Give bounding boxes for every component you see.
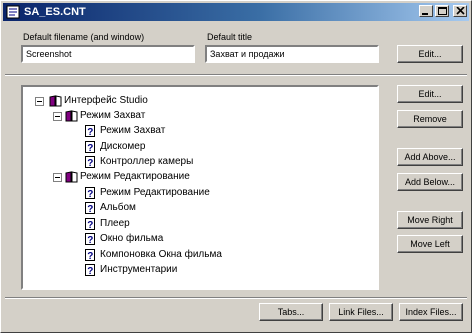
svg-text:?: ? [87,143,93,153]
help-page-icon: ? [85,202,95,214]
help-page-icon: ? [85,125,95,137]
default-filename-label: Default filename (and window) [23,32,145,42]
contents-tree[interactable]: Интерфейс Studio Режим Захват ? Режим За… [21,85,379,290]
help-page-icon: ? [85,187,95,199]
remove-button[interactable]: Remove [397,110,463,128]
move-left-button[interactable]: Move Left [397,235,463,253]
add-above-button[interactable]: Add Above... [397,148,463,166]
svg-text:?: ? [87,220,93,230]
close-button[interactable] [453,5,467,17]
collapse-icon[interactable] [53,112,62,121]
svg-text:?: ? [87,266,93,276]
help-page-icon: ? [85,233,95,245]
book-icon [49,95,62,107]
default-title-field[interactable]: Захват и продажи [205,45,379,63]
svg-text:?: ? [87,235,93,245]
top-separator [5,74,467,76]
close-icon [456,7,465,15]
edit-entry-button[interactable]: Edit... [397,85,463,103]
book-icon [65,110,78,122]
minimize-button[interactable] [419,5,433,17]
help-page-icon: ? [85,264,95,276]
help-page-icon: ? [85,249,95,261]
book-icon [65,171,78,183]
edit-defaults-button[interactable]: Edit... [397,45,463,63]
title-bar[interactable]: SA_ES.CNT [3,3,469,21]
bottom-separator [5,297,467,299]
index-files-button[interactable]: Index Files... [399,303,463,321]
help-book-icon [6,5,20,19]
help-contents-editor-window: SA_ES.CNT Default filename (and window) … [0,0,472,333]
default-filename-field[interactable]: Screenshot [21,45,195,63]
collapse-icon[interactable] [53,173,62,182]
collapse-icon[interactable] [35,97,44,106]
minimize-icon [422,13,428,15]
tabs-button[interactable]: Tabs... [259,303,323,321]
move-right-button[interactable]: Move Right [397,211,463,229]
default-title-label: Default title [207,32,253,42]
window-title: SA_ES.CNT [24,6,86,18]
svg-text:?: ? [87,204,93,214]
maximize-button[interactable] [435,5,449,17]
add-below-button[interactable]: Add Below... [397,173,463,191]
help-page-icon: ? [85,156,95,168]
svg-text:?: ? [87,127,93,137]
help-page-icon: ? [85,218,95,230]
svg-text:?: ? [87,158,93,168]
svg-text:?: ? [87,189,93,199]
maximize-icon [438,7,447,15]
svg-text:?: ? [87,251,93,261]
link-files-button[interactable]: Link Files... [329,303,393,321]
help-page-icon: ? [85,141,95,153]
